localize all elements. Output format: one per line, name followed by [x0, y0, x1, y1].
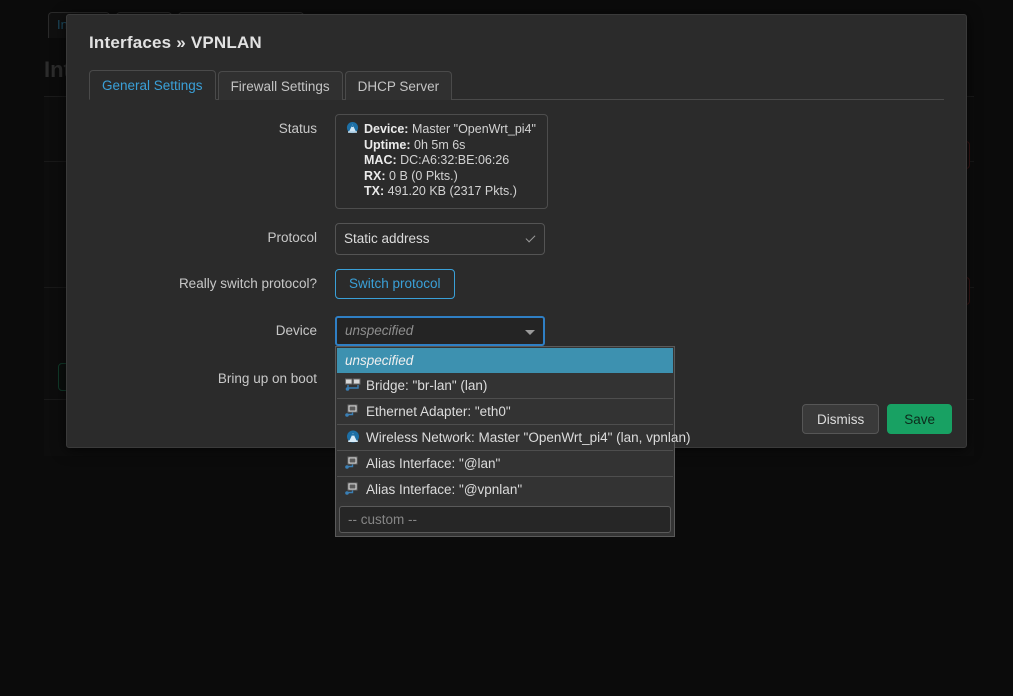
device-dropdown-list: unspecified Bridge: "br-lan" (lan) Ether… [335, 345, 690, 537]
tab-general-settings[interactable]: General Settings [89, 70, 216, 100]
save-button[interactable]: Save [887, 404, 952, 434]
general-settings-form: Status Device: Master "OpenWrt_pi4" Upti… [67, 100, 966, 537]
device-label: Device [275, 322, 317, 338]
status-value-device: Master "OpenWrt_pi4" [411, 122, 536, 136]
bridge-icon [345, 378, 361, 392]
tab-dhcp-server[interactable]: DHCP Server [344, 71, 453, 100]
protocol-label: Protocol [267, 229, 317, 245]
status-line-uptime: Uptime: 0h 5m 6s [345, 138, 536, 154]
device-option-wireless[interactable]: Wireless Network: Master "OpenWrt_pi4" (… [337, 424, 690, 451]
alias-icon [345, 456, 361, 470]
wireless-icon [345, 430, 361, 444]
form-row-switch-protocol: Really switch protocol? Switch protocol [67, 268, 944, 299]
status-line-tx: TX: 491.20 KB (2317 Pkts.) [345, 184, 536, 200]
status-value-rx: 0 B (0 Pkts.) [389, 168, 458, 183]
device-option-alias-vpnlan[interactable]: Alias Interface: "@vpnlan" [337, 476, 673, 502]
bring-up-on-boot-label: Bring up on boot [217, 370, 317, 386]
switch-protocol-button[interactable]: Switch protocol [335, 268, 455, 299]
status-value-uptime: 0h 5m 6s [414, 137, 466, 152]
status-box: Device: Master "OpenWrt_pi4" Uptime: 0h … [335, 114, 548, 209]
form-row-device: Device unspecified unspecified Bridge: "… [67, 315, 944, 537]
status-label: Status [278, 121, 317, 136]
tab-firewall-settings[interactable]: Firewall Settings [217, 71, 343, 100]
form-row-status: Status Device: Master "OpenWrt_pi4" Upti… [67, 114, 944, 209]
status-key-tx: TX: [364, 184, 385, 198]
protocol-select-wrapper: Static address [335, 222, 545, 255]
status-key-mac: MAC: [364, 153, 397, 167]
alias-icon [345, 482, 361, 496]
status-value-tx: 491.20 KB (2317 Pkts.) [387, 184, 517, 198]
device-option-label: Ethernet Adapter: "eth0" [366, 403, 511, 419]
status-line-device: Device: Master "OpenWrt_pi4" [345, 122, 536, 138]
status-key-uptime: Uptime: [364, 137, 411, 152]
device-option-bridge[interactable]: Bridge: "br-lan" (lan) [337, 372, 673, 399]
device-option-label: unspecified [345, 352, 414, 368]
ethernet-icon [345, 404, 361, 418]
status-value-mac: DC:A6:32:BE:06:26 [400, 153, 510, 167]
device-option-ethernet[interactable]: Ethernet Adapter: "eth0" [337, 398, 673, 425]
interface-settings-modal: Interfaces » VPNLAN General Settings Fir… [66, 14, 967, 537]
wireless-icon [345, 122, 360, 135]
device-combobox-value: unspecified [345, 322, 414, 338]
form-row-protocol: Protocol Static address [67, 222, 944, 255]
switch-protocol-label: Really switch protocol? [178, 275, 317, 291]
status-line-mac: MAC: DC:A6:32:BE:06:26 [345, 153, 536, 169]
device-option-label: Bridge: "br-lan" (lan) [366, 377, 488, 393]
modal-title: Interfaces » VPNLAN [89, 33, 262, 52]
device-option-label: Alias Interface: "@vpnlan" [366, 481, 523, 497]
device-option-unspecified[interactable]: unspecified [337, 347, 673, 373]
modal-tabs: General Settings Firewall Settings DHCP … [89, 69, 944, 100]
status-key-rx: RX: [364, 168, 386, 183]
device-option-label: Wireless Network: Master "OpenWrt_pi4" (… [366, 429, 691, 445]
device-combobox[interactable]: unspecified [335, 315, 545, 346]
device-custom-input[interactable]: -- custom -- [339, 505, 671, 533]
caret-down-icon [525, 329, 535, 335]
device-option-alias-lan[interactable]: Alias Interface: "@lan" [337, 450, 673, 477]
status-key-device: Device: [364, 122, 409, 136]
dismiss-button[interactable]: Dismiss [801, 404, 880, 434]
device-option-label: Alias Interface: "@lan" [366, 455, 501, 471]
protocol-select[interactable]: Static address [335, 222, 545, 255]
status-line-rx: RX: 0 B (0 Pkts.) [345, 169, 536, 185]
